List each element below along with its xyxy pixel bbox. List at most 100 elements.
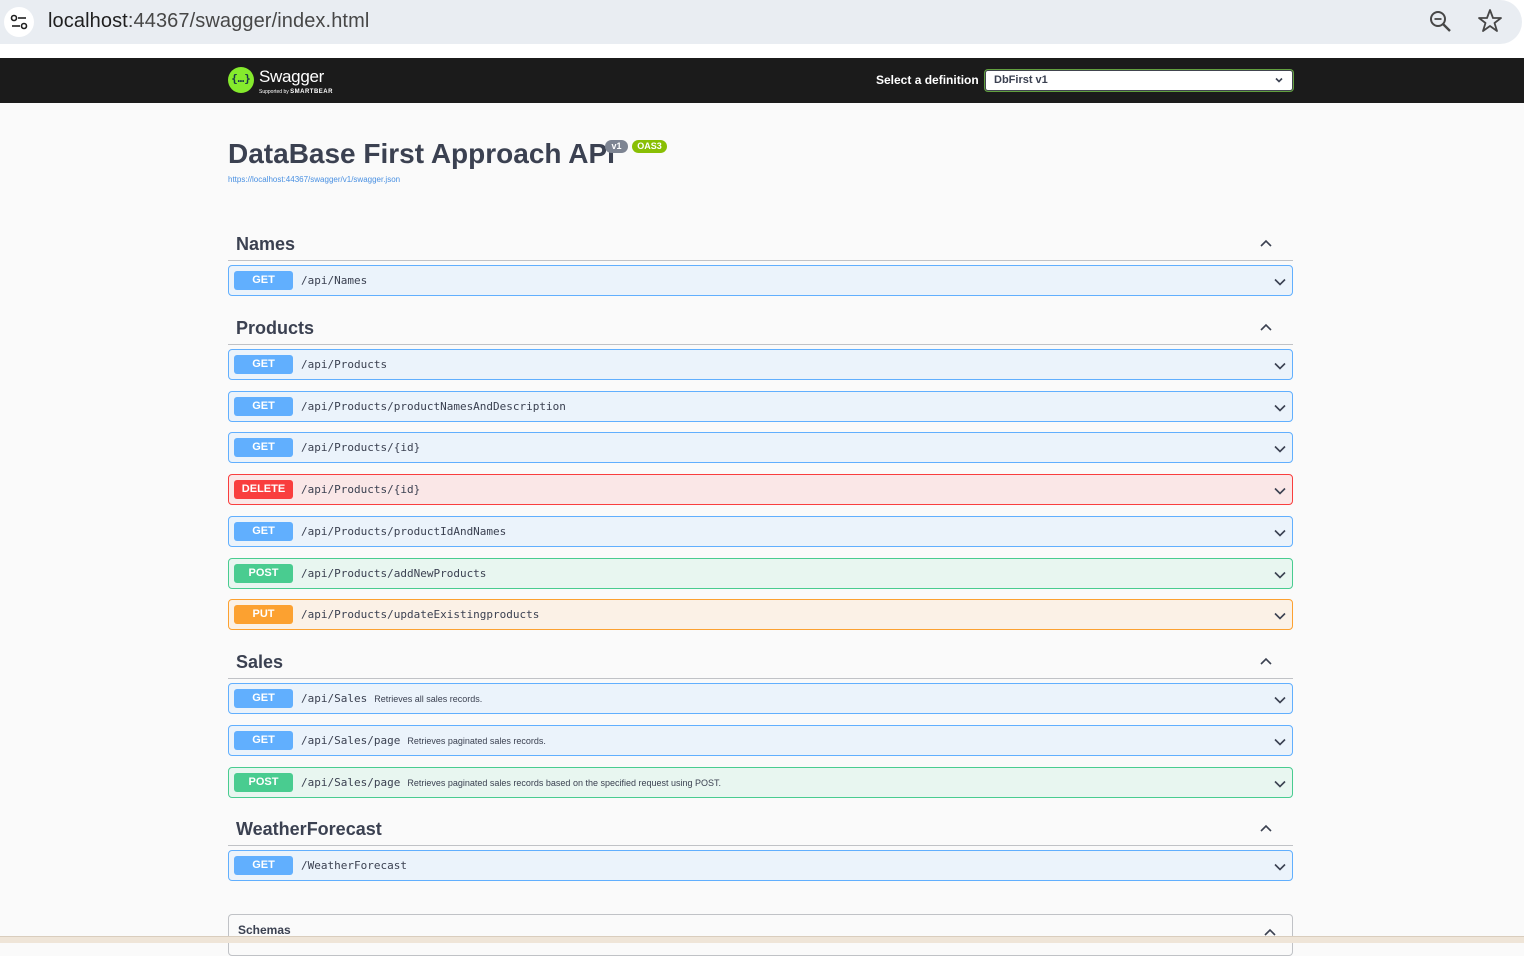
operation-path: /api/Sales/page Retrieves paginated sales… xyxy=(301,734,546,747)
definition-select[interactable]: DbFirst v1 xyxy=(985,70,1293,91)
operation-row[interactable]: GET /api/Sales/page Retrieves paginated s… xyxy=(228,725,1293,756)
path-text: /api/Names xyxy=(301,274,368,287)
operation-row[interactable]: PUT /api/Products/updateExistingproducts xyxy=(228,599,1293,630)
url-text[interactable]: localhost:44367/swagger/index.html xyxy=(48,10,369,33)
operation-summary: Retrieves paginated sales records. xyxy=(407,736,546,746)
path-text: /api/Products/updateExistingproducts xyxy=(301,608,540,621)
schemas-section[interactable]: Schemas xyxy=(228,914,1293,956)
swagger-logo-subtitle: Supported by SMARTBEAR xyxy=(259,89,333,95)
operation-path: /api/Products/{id} xyxy=(301,483,420,496)
tag-section-sales[interactable]: Sales xyxy=(228,644,1293,679)
operation-row[interactable]: GET /api/Products xyxy=(228,349,1293,380)
operation-row[interactable]: DELETE /api/Products/{id} xyxy=(228,474,1293,505)
tag-section-weatherforecast[interactable]: WeatherForecast xyxy=(228,811,1293,846)
operation-path: /api/Products/{id} xyxy=(301,441,420,454)
path-text: /api/Products/productIdAndNames xyxy=(301,525,507,538)
chevron-down-icon[interactable] xyxy=(1273,484,1287,498)
operation-path: /api/Products/updateExistingproducts xyxy=(301,608,539,621)
operation-row[interactable]: GET /api/Products/{id} xyxy=(228,432,1293,463)
operation-summary: Retrieves all sales records. xyxy=(374,694,483,704)
tag-section-names[interactable]: Names xyxy=(228,226,1293,261)
operation-path: /api/Products/productNamesAndDescription xyxy=(301,400,566,413)
tag-name: WeatherForecast xyxy=(236,819,382,839)
logo-sub-brand: SMARTBEAR xyxy=(290,89,333,95)
method-badge: GET xyxy=(234,522,293,541)
method-badge: POST xyxy=(234,564,293,583)
operation-path: /api/Products/addNewProducts xyxy=(301,567,486,580)
chevron-down-icon[interactable] xyxy=(1273,777,1287,791)
tag-name: Products xyxy=(236,318,315,338)
tag-name: Sales xyxy=(236,652,284,672)
definition-select-value: DbFirst v1 xyxy=(994,74,1048,86)
operation-path: /api/Products/productIdAndNames xyxy=(301,525,506,538)
operation-row[interactable]: POST /api/Sales/page Retrieves paginated … xyxy=(228,767,1293,798)
chevron-down-icon[interactable] xyxy=(1273,609,1287,623)
operation-row[interactable]: GET /api/Names xyxy=(228,265,1293,296)
url-path: :44367/swagger/index.html xyxy=(127,10,370,32)
chevron-down-icon[interactable] xyxy=(1273,401,1287,415)
chevron-down-icon[interactable] xyxy=(1273,359,1287,373)
chevron-down-icon[interactable] xyxy=(1273,735,1287,749)
tag-name: Names xyxy=(236,234,296,254)
logo-sub-prefix: Supported by xyxy=(259,89,289,95)
browser-toolbar: localhost:44367/swagger/index.html xyxy=(0,0,1524,46)
path-text: /api/Sales xyxy=(301,692,368,705)
zoom-icon[interactable] xyxy=(1428,9,1454,35)
swagger-topbar: {…} Swagger Supported by SMARTBEAR Selec… xyxy=(0,58,1524,103)
swagger-logo-icon: {…} xyxy=(228,67,254,93)
chevron-down-icon[interactable] xyxy=(1273,568,1287,582)
chevron-down-icon[interactable] xyxy=(1273,275,1287,289)
chevron-up-icon[interactable] xyxy=(1259,320,1273,334)
operation-row[interactable]: GET /WeatherForecast xyxy=(228,850,1293,881)
method-badge: GET xyxy=(234,689,293,708)
method-badge: GET xyxy=(234,731,293,750)
path-text: /api/Sales/page xyxy=(301,776,401,789)
chevron-up-icon[interactable] xyxy=(1259,236,1273,250)
method-badge: GET xyxy=(234,438,293,457)
operation-path: /api/Sales Retrieves all sales records. xyxy=(301,692,482,705)
path-text: /api/Products/{id} xyxy=(301,441,421,454)
operation-row[interactable]: GET /api/Products/productNamesAndDescrip… xyxy=(228,391,1293,422)
operation-row[interactable]: GET /api/Products/productIdAndNames xyxy=(228,516,1293,547)
chevron-down-icon[interactable] xyxy=(1273,693,1287,707)
chevron-up-icon[interactable] xyxy=(1259,654,1273,668)
chevron-down-icon[interactable] xyxy=(1273,442,1287,456)
method-badge: GET xyxy=(234,856,293,875)
method-badge: DELETE xyxy=(234,480,293,499)
chevron-down-icon[interactable] xyxy=(1273,526,1287,540)
address-bar[interactable]: localhost:44367/swagger/index.html xyxy=(0,0,1522,44)
page-top-spacer xyxy=(0,46,1524,58)
method-badge: GET xyxy=(234,271,293,290)
chevron-down-icon xyxy=(1275,77,1283,83)
path-text: /api/Products/{id} xyxy=(301,483,421,496)
definition-label: Select a definition xyxy=(876,73,979,87)
spec-url-link[interactable]: https://localhost:44367/swagger/v1/swagg… xyxy=(228,175,400,184)
path-text: /api/Sales/page xyxy=(301,734,401,747)
version-badge: v1 xyxy=(605,140,628,153)
path-text: /api/Products/addNewProducts xyxy=(301,567,487,580)
page-title: DataBase First Approach API xyxy=(228,138,615,169)
method-badge: POST xyxy=(234,773,293,792)
site-info-icon[interactable] xyxy=(4,7,34,37)
star-icon[interactable] xyxy=(1477,8,1503,34)
swagger-logo-text: Swagger xyxy=(259,67,324,86)
operation-row[interactable]: GET /api/Sales Retrieves all sales record… xyxy=(228,683,1293,714)
operation-path: /api/Names xyxy=(301,274,367,287)
schemas-label: Schemas xyxy=(238,923,291,937)
path-text: /api/Products/productNamesAndDescription xyxy=(301,400,566,413)
path-text: /api/Products xyxy=(301,358,388,371)
tag-section-products[interactable]: Products xyxy=(228,310,1293,345)
url-host: localhost xyxy=(48,10,128,32)
oas-badge: OAS3 xyxy=(632,140,667,153)
method-badge: GET xyxy=(234,397,293,416)
method-badge: GET xyxy=(234,355,293,374)
chevron-down-icon[interactable] xyxy=(1273,860,1287,874)
operation-path: /WeatherForecast xyxy=(301,859,407,872)
path-text: /WeatherForecast xyxy=(301,859,407,872)
operation-summary: Retrieves paginated sales records based … xyxy=(407,778,722,788)
operation-row[interactable]: POST /api/Products/addNewProducts xyxy=(228,558,1293,589)
operation-path: /api/Products xyxy=(301,358,387,371)
operation-path: /api/Sales/page Retrieves paginated sales… xyxy=(301,776,721,789)
chevron-up-icon[interactable] xyxy=(1259,821,1273,835)
swagger-logo[interactable]: {…} Swagger Supported by SMARTBEAR xyxy=(228,66,348,98)
